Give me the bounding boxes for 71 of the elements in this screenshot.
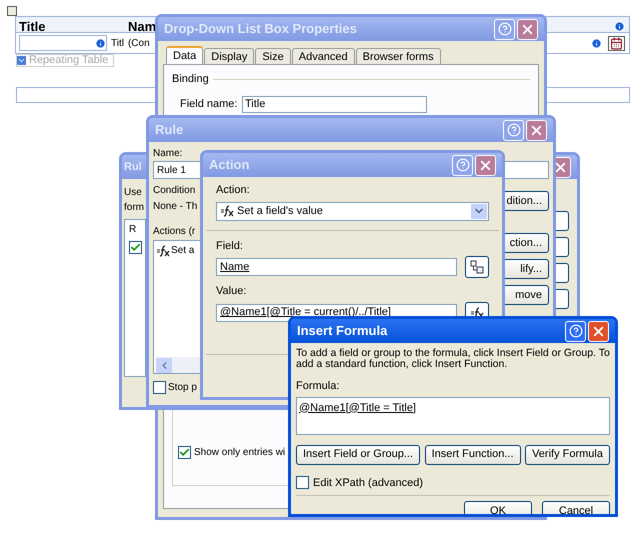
dialog-button[interactable]: OK: [464, 501, 532, 514]
description-text: form: [124, 201, 144, 215]
checkbox[interactable]: [296, 476, 309, 490]
window-title: Rul: [124, 160, 142, 175]
help-icon: [506, 123, 520, 137]
tab[interactable]: Advanced: [292, 48, 355, 64]
dialog-button[interactable]: Verify Formula: [525, 444, 610, 464]
dialog-button[interactable]: Cancel: [542, 501, 610, 514]
calendar-button[interactable]: [608, 36, 625, 50]
condition-text: None - Th: [153, 200, 198, 214]
select-field-button[interactable]: [465, 256, 489, 278]
tab[interactable]: Display: [204, 48, 254, 64]
scroll-left-button[interactable]: [156, 358, 172, 372]
dialog-button[interactable]: Insert Field or Group...: [296, 444, 420, 464]
function-icon: [220, 205, 234, 217]
checkbox[interactable]: [129, 241, 142, 254]
column-header: Title: [18, 18, 46, 36]
field-input[interactable]: Name: [216, 258, 457, 276]
dropdown-icon: [17, 56, 26, 65]
actions-label: Actions (r: [153, 225, 196, 239]
close-button[interactable]: [526, 120, 547, 140]
window-title: Rule: [155, 121, 184, 140]
window-title: Insert Formula: [297, 322, 388, 340]
function-icon: [470, 306, 484, 318]
info-icon: [614, 21, 625, 32]
close-button[interactable]: [588, 320, 609, 342]
field-label: Value:: [216, 284, 248, 299]
close-button[interactable]: [475, 154, 496, 176]
field-label: Action:: [216, 183, 251, 198]
check-icon: [179, 447, 190, 458]
field-label: Field:: [216, 238, 244, 254]
window-title: Drop-Down List Box Properties: [164, 20, 357, 38]
checkbox[interactable]: [178, 446, 191, 459]
check-icon: [130, 242, 141, 253]
action-dropdown[interactable]: Set a field's value: [216, 202, 489, 220]
repeating-table-label: Repeating Table: [16, 54, 114, 67]
checkbox-label: Show only entries wi: [194, 446, 286, 460]
checkbox-label: Stop p: [168, 381, 197, 395]
checkbox[interactable]: [153, 381, 166, 394]
help-icon: [498, 22, 512, 36]
dropdown-value: (Con: [126, 36, 150, 50]
close-button[interactable]: [517, 18, 538, 40]
column-header: Nam: [127, 18, 156, 36]
info-icon: [591, 38, 602, 48]
condition-label: Condition: [153, 184, 196, 198]
list-item[interactable]: Set a: [171, 243, 194, 258]
description-text: Use: [124, 186, 142, 200]
help-icon: [568, 324, 582, 338]
formula-input[interactable]: @Name1[@Title = Title]: [296, 396, 610, 434]
text-field[interactable]: [19, 35, 107, 51]
tab[interactable]: Data: [166, 46, 204, 64]
table-handle[interactable]: [7, 6, 17, 16]
tree-icon: [470, 260, 484, 274]
field-label: Formula:: [296, 379, 340, 394]
function-icon: [156, 244, 170, 256]
field-label: Field name:: [180, 96, 236, 112]
group-label: Binding: [172, 72, 209, 87]
tab[interactable]: Size: [255, 48, 291, 64]
dropdown-field[interactable]: Titl: [107, 36, 124, 50]
calendar-icon: [610, 36, 623, 50]
instructions-text: To add a field or group to the formula, click Insert Field or Group. To add a standard function, click Insert Function.: [296, 348, 610, 370]
help-icon: [456, 158, 470, 172]
field-label: Name:: [153, 147, 184, 161]
help-button[interactable]: [565, 320, 586, 342]
field-name-input[interactable]: Title: [242, 96, 427, 112]
tab[interactable]: Browser forms: [356, 48, 441, 64]
checkbox-label: Edit XPath (advanced): [313, 476, 424, 490]
column-header: R: [129, 223, 138, 237]
info-icon: [95, 38, 106, 48]
dialog-button[interactable]: Insert Function...: [424, 444, 521, 464]
window-title: Action: [209, 156, 250, 174]
